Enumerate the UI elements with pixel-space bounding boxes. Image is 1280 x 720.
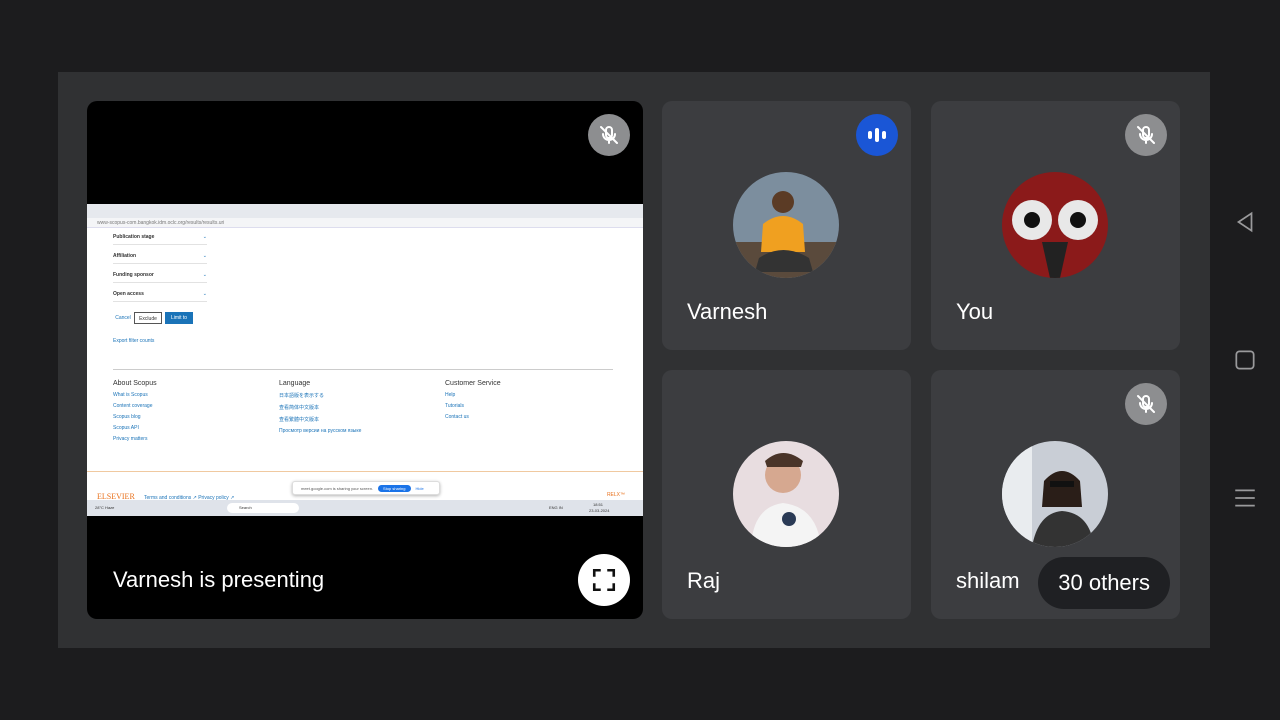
participant-tile-shilam[interactable]: shilam 30 others: [931, 370, 1180, 619]
participant-name: Varnesh: [687, 299, 768, 324]
avatar: [1002, 172, 1108, 278]
avatar: [733, 172, 839, 278]
filter-affiliation: Affiliation ⌄: [113, 253, 207, 264]
home-icon[interactable]: [1232, 347, 1258, 373]
participant-tile-you[interactable]: You: [931, 101, 1180, 350]
scopus-exclude-button: Exclude: [134, 312, 162, 324]
elsevier-divider: [87, 471, 643, 472]
presentation-tile[interactable]: www-scopus-com.bangkok.idm.oclc.org/resu…: [87, 101, 643, 619]
participant-tile-varnesh[interactable]: Varnesh: [662, 101, 911, 350]
fullscreen-icon: [592, 568, 616, 592]
mic-off-icon: [1125, 383, 1167, 425]
scopus-limit-button: Limit to: [165, 312, 193, 324]
filter-publication-stage: Publication stage ⌄: [113, 234, 207, 245]
presenter-mic-off-icon: [588, 114, 630, 156]
recents-icon[interactable]: [1232, 485, 1258, 511]
footer-language: Language 日本語版を表示する 查看简体中文版本 查看繁體中文版本 Про…: [279, 380, 362, 434]
windows-taskbar: 28°C Haze Search ENG IN 18:51 23-03-2024: [87, 500, 643, 516]
shared-screen: www-scopus-com.bangkok.idm.oclc.org/resu…: [87, 204, 643, 516]
export-filter-link: Export filter counts: [113, 338, 155, 344]
footer-service: Customer Service Help Tutorials Contact …: [445, 380, 501, 420]
android-nav-bar: [1210, 72, 1280, 648]
scopus-cancel-button: Cancel: [115, 315, 131, 321]
relx-logo: RELX™: [606, 492, 625, 498]
participant-tile-raj[interactable]: Raj: [662, 370, 911, 619]
footer-about: About Scopus What is Scopus Content cove…: [113, 380, 157, 442]
meeting-stage: www-scopus-com.bangkok.idm.oclc.org/resu…: [58, 72, 1210, 648]
browser-titlebar: [87, 204, 643, 218]
avatar: [1002, 441, 1108, 547]
screen-share-bar: meet.google.com is sharing your screen. …: [292, 481, 440, 495]
filter-funding-sponsor: Funding sponsor ⌄: [113, 272, 207, 283]
fullscreen-button[interactable]: [578, 554, 630, 606]
others-badge[interactable]: 30 others: [1038, 557, 1170, 609]
filter-open-access: Open access ⌄: [113, 291, 207, 302]
browser-url: www-scopus-com.bangkok.idm.oclc.org/resu…: [87, 218, 643, 228]
taskbar-search: Search: [227, 503, 299, 513]
presenting-label: Varnesh is presenting: [113, 567, 325, 592]
avatar: [733, 441, 839, 547]
back-icon[interactable]: [1232, 209, 1258, 235]
participant-name: Raj: [687, 568, 721, 593]
footer-divider: [113, 369, 613, 370]
mic-off-icon: [1125, 114, 1167, 156]
speaking-indicator-icon: [856, 114, 898, 156]
participant-name: You: [956, 299, 994, 324]
participant-name: shilam: [956, 568, 1020, 593]
